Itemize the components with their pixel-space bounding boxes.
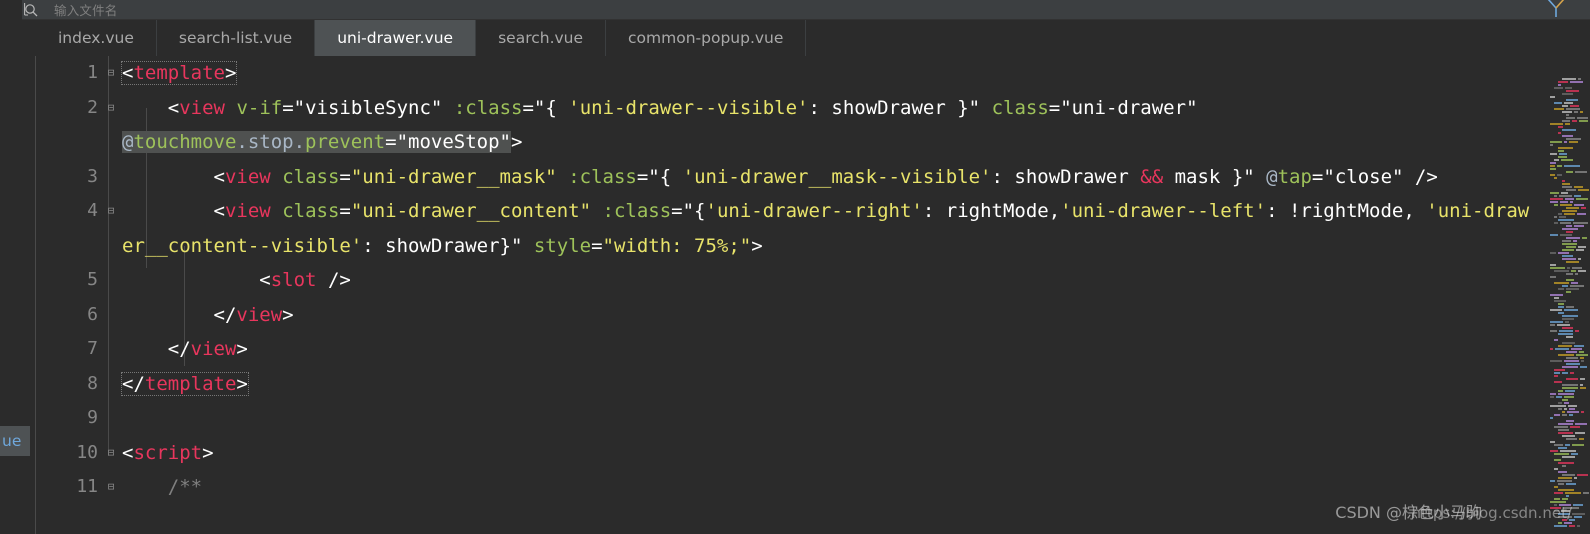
code-line-10[interactable]: 10 ⊟ <script> <box>36 436 1536 471</box>
search-input-placeholder[interactable]: 输入文件名 <box>54 0 118 19</box>
tab-index-vue[interactable]: index.vue <box>36 20 157 56</box>
line-number: 5 <box>87 269 98 290</box>
code-line-6[interactable]: 6 </view> <box>36 298 1536 333</box>
line-number: 3 <box>87 165 98 187</box>
line-number: 4 <box>87 200 98 221</box>
line-number: 6 <box>87 303 98 325</box>
fold-marker-icon[interactable]: ⊟ <box>102 91 120 126</box>
tab-uni-drawer-vue[interactable]: uni-drawer.vue <box>315 20 477 56</box>
code-line-text[interactable]: </view> <box>120 298 1536 333</box>
tabstrip-gutter <box>0 20 36 56</box>
line-number: 2 <box>87 96 98 118</box>
fold-marker-icon[interactable]: ⊟ <box>102 194 120 229</box>
token-tag-template-open: template <box>133 62 225 84</box>
fold-marker-icon[interactable]: ⊟ <box>102 470 120 505</box>
code-line-7[interactable]: 7 </view> <box>36 332 1536 367</box>
ide-window: 输入文件名 index.vue search-list.vue uni-draw… <box>0 0 1590 534</box>
code-line-4[interactable]: 4 ⊟ <view class="uni-drawer__content" :c… <box>36 194 1536 263</box>
tab-common-popup-vue[interactable]: common-popup.vue <box>606 20 807 56</box>
line-number: 10 <box>76 441 98 463</box>
token-comment-start: /** <box>167 476 203 498</box>
code-line-8[interactable]: 8 </template> <box>36 367 1536 402</box>
line-number: 11 <box>76 476 98 497</box>
code-line-text[interactable]: <view class="uni-drawer__content" :class… <box>120 194 1536 263</box>
code-line-text[interactable]: <view class="uni-drawer__mask" :class="{… <box>120 160 1536 195</box>
code-editor[interactable]: 1 ⊟ <template> 2 ⊟ <view v-if="visibleSy… <box>0 56 1590 534</box>
code-content[interactable]: 1 ⊟ <template> 2 ⊟ <view v-if="visibleSy… <box>36 56 1536 534</box>
file-search-bar[interactable]: 输入文件名 <box>0 0 1590 20</box>
code-line-2[interactable]: 2 ⊟ <view v-if="visibleSync" :class="{ '… <box>36 91 1536 160</box>
code-line-text[interactable]: /** <box>120 470 1536 505</box>
fold-marker-icon[interactable]: ⊟ <box>102 56 120 91</box>
code-line-1[interactable]: 1 ⊟ <template> <box>36 56 1536 91</box>
code-line-11[interactable]: 11 ⊟ /** <box>36 470 1536 505</box>
token-tag-script: script <box>133 441 203 464</box>
topbar-left-gap <box>0 0 22 20</box>
code-line-9[interactable]: 9 <box>36 401 1536 436</box>
code-line-text[interactable]: </template> <box>120 367 1536 402</box>
search-icon[interactable] <box>22 0 40 20</box>
tab-search-list-vue[interactable]: search-list.vue <box>156 20 316 56</box>
code-minimap[interactable] <box>1536 56 1590 534</box>
left-overflow-tab-chip[interactable]: ue <box>0 426 30 456</box>
token-tag-template-close: template <box>144 372 237 395</box>
code-line-text[interactable]: <slot /> <box>120 263 1536 298</box>
code-line-5[interactable]: 5 <slot /> <box>36 263 1536 298</box>
code-line-text[interactable]: <template> <box>120 56 1536 91</box>
editor-tab-strip: index.vue search-list.vue uni-drawer.vue… <box>0 20 1590 56</box>
tab-search-vue[interactable]: search.vue <box>476 20 607 56</box>
fold-marker-icon[interactable]: ⊟ <box>102 436 120 471</box>
tabstrip-empty-area <box>806 20 1590 56</box>
code-line-text[interactable]: </view> <box>120 332 1536 367</box>
code-line-text[interactable] <box>120 401 1536 436</box>
line-number: 9 <box>87 407 98 428</box>
code-line-text[interactable]: <script> <box>120 436 1536 471</box>
branch-merge-icon <box>1547 0 1565 17</box>
line-number: 8 <box>87 372 98 394</box>
code-line-text[interactable]: <view v-if="visibleSync" :class="{ 'uni-… <box>120 91 1536 160</box>
code-line-3[interactable]: 3 <view class="uni-drawer__mask" :class=… <box>36 160 1536 195</box>
editor-left-strip <box>0 56 36 534</box>
line-number: 7 <box>87 338 98 359</box>
left-chip-label: ue <box>2 432 22 450</box>
line-number: 1 <box>87 62 98 83</box>
